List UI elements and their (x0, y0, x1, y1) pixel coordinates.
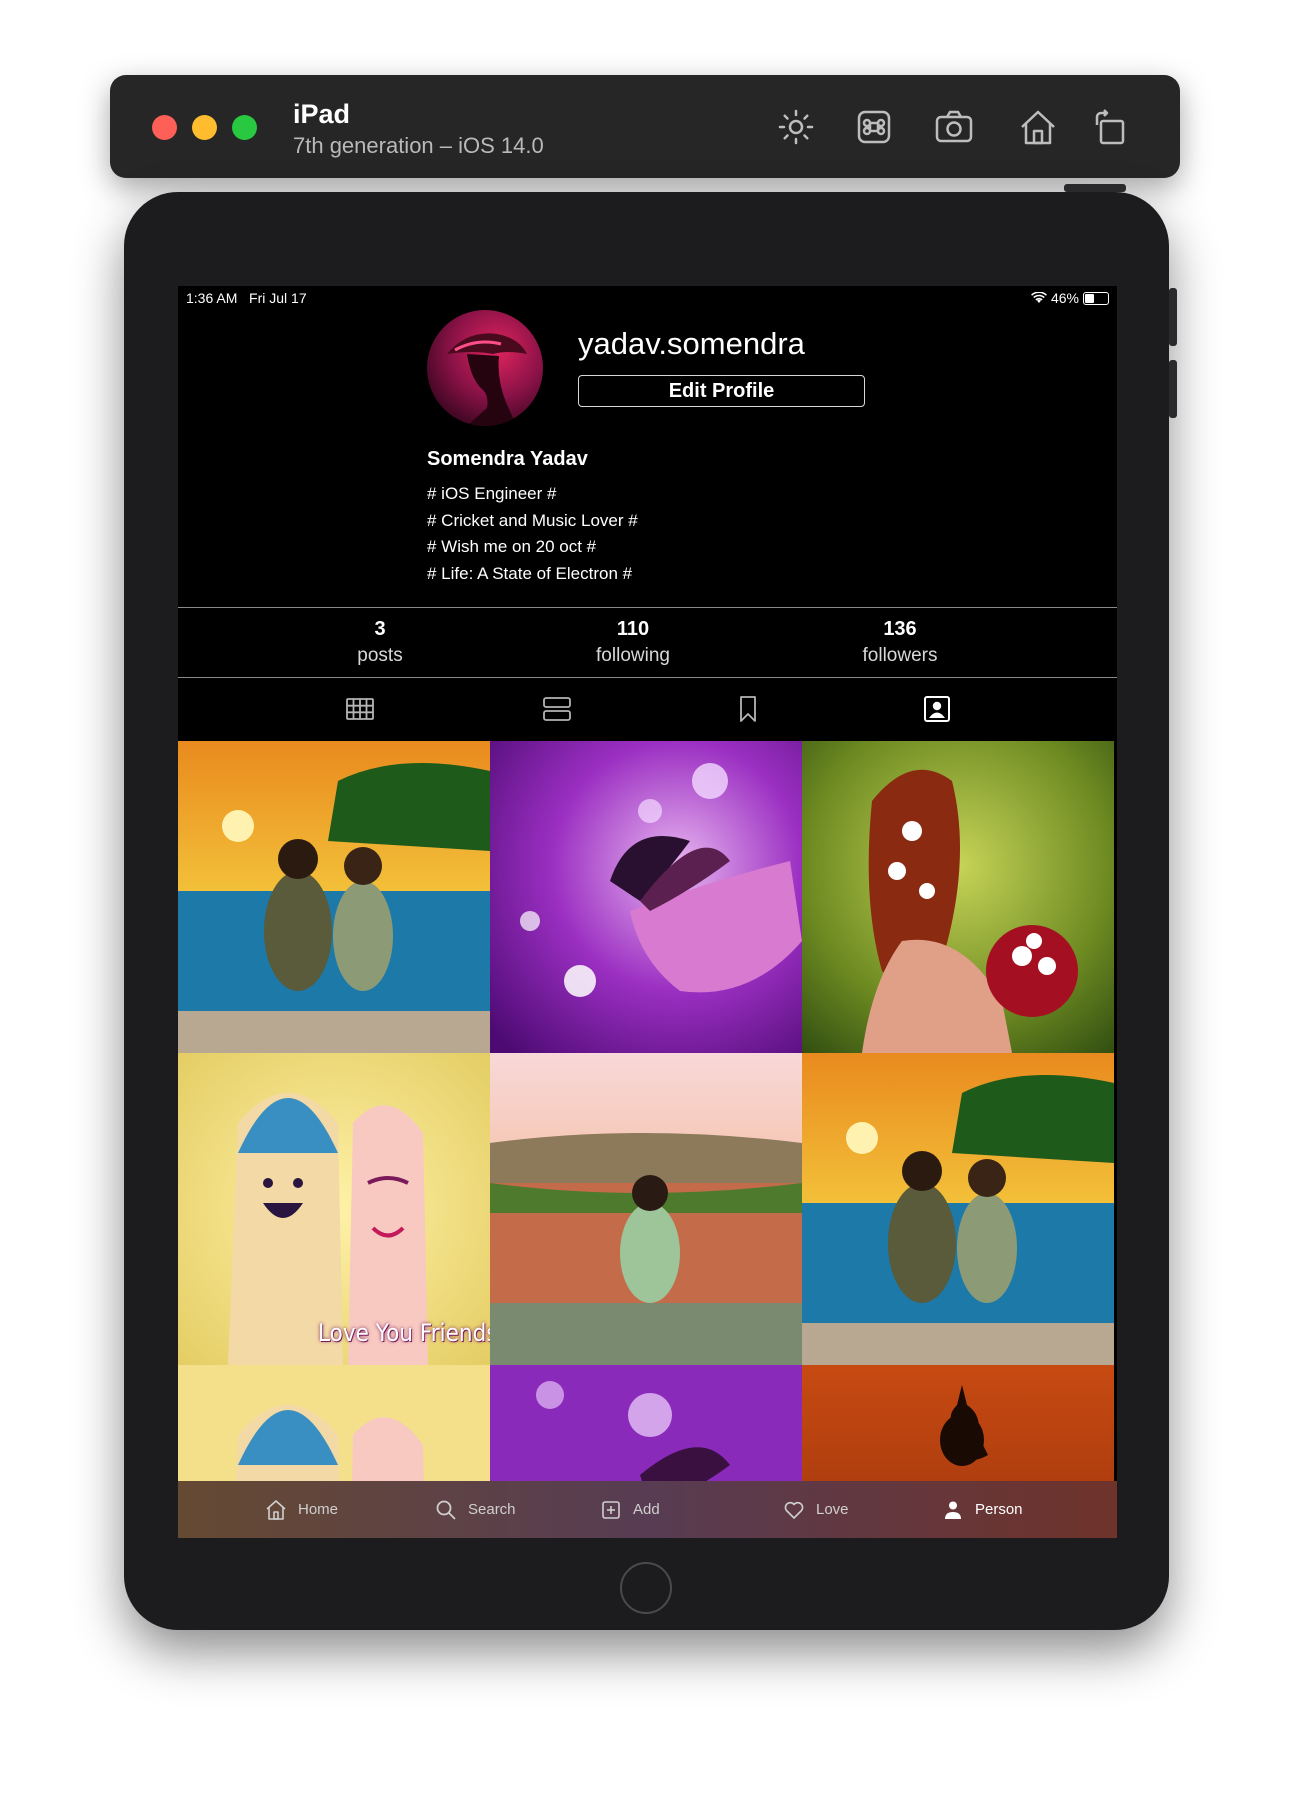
photo-tile-kids-lake-2[interactable] (802, 1053, 1114, 1365)
bookmark-icon[interactable] (733, 694, 763, 724)
stat-followers[interactable]: 136 followers (800, 618, 1000, 667)
stat-label: following (596, 645, 670, 666)
profile-display-name: Somendra Yadav (427, 448, 588, 470)
photo-tile-butterfly-2[interactable] (490, 1365, 802, 1481)
profile-bio: # iOS Engineer # # Cricket and Music Lov… (427, 481, 638, 587)
screenshot-icon[interactable] (932, 105, 976, 149)
bio-line: # Life: A State of Electron # (427, 563, 633, 583)
photo-tile-girl-field[interactable] (490, 1053, 802, 1365)
brightness-icon[interactable] (774, 105, 818, 149)
command-icon[interactable] (852, 105, 896, 149)
status-bar-indicators: 46% (1031, 290, 1109, 306)
photo-tile-finger-faces-2[interactable] (178, 1365, 490, 1481)
bio-line: # Cricket and Music Lover # (427, 510, 638, 530)
simulator-device-name: iPad (293, 99, 351, 129)
photo-overlay-caption: Love You Friends (318, 1319, 490, 1347)
stats-bottom-divider (178, 677, 1117, 678)
photo-tile-flower-hair[interactable] (802, 741, 1114, 1053)
zoom-window-button[interactable] (232, 115, 257, 140)
power-button (1064, 184, 1126, 192)
status-time: 1:36 AM (186, 290, 238, 306)
rotate-icon[interactable] (1088, 105, 1132, 149)
photo-tile-kids-lake[interactable] (178, 741, 490, 1053)
volume-down-button (1169, 360, 1177, 418)
photo-grid: Love You Friends (178, 741, 1117, 1481)
home-icon[interactable] (1016, 105, 1060, 149)
stat-posts[interactable]: 3 posts (280, 618, 480, 667)
tab-person[interactable]: Person (941, 1481, 1023, 1538)
status-bar-time: 1:36 AM Fri Jul 17 (186, 290, 307, 306)
tab-label: Add (633, 1501, 660, 1518)
bottom-tab-bar: Home Search Add Love Person (178, 1481, 1117, 1538)
tagged-icon[interactable] (922, 694, 952, 724)
stat-following[interactable]: 110 following (533, 618, 733, 667)
status-date: Fri Jul 17 (249, 290, 307, 306)
stats-top-divider (178, 607, 1117, 608)
grid-icon[interactable] (345, 694, 375, 724)
simulator-toolbar: iPad 7th generation – iOS 14.0 (110, 75, 1180, 178)
device-screen: 1:36 AM Fri Jul 17 46% yadav.somendra Ed… (178, 286, 1117, 1538)
bio-line: # iOS Engineer # (427, 484, 557, 503)
stat-label: followers (862, 645, 938, 666)
stat-count: 3 (374, 618, 386, 640)
tab-add[interactable]: Add (599, 1481, 660, 1538)
list-icon[interactable] (542, 694, 572, 724)
tab-label: Search (468, 1501, 516, 1518)
profile-username: yadav.somendra (578, 326, 805, 361)
photo-tile-finger-faces[interactable]: Love You Friends (178, 1053, 490, 1365)
bio-line: # Wish me on 20 oct # (427, 537, 597, 556)
close-window-button[interactable] (152, 115, 177, 140)
photo-tile-yoga-sunset[interactable] (802, 1365, 1114, 1481)
volume-up-button (1169, 288, 1177, 346)
heart-icon (784, 1501, 804, 1519)
edit-profile-button[interactable]: Edit Profile (578, 375, 865, 407)
person-icon (945, 1501, 961, 1519)
add-icon (602, 1500, 620, 1519)
tab-love[interactable]: Love (782, 1481, 849, 1538)
simulator-device-version: 7th generation – iOS 14.0 (293, 133, 544, 158)
home-button[interactable] (620, 1562, 672, 1614)
tab-search[interactable]: Search (434, 1481, 516, 1538)
photo-tile-butterfly[interactable] (490, 741, 802, 1053)
tab-home[interactable]: Home (264, 1481, 338, 1538)
stat-label: posts (357, 645, 403, 666)
tab-label: Person (975, 1501, 1023, 1518)
battery-percent: 46% (1050, 290, 1079, 306)
search-icon (436, 1500, 456, 1520)
tab-label: Home (298, 1501, 339, 1518)
battery-icon (1083, 291, 1109, 305)
wifi-icon (1031, 292, 1047, 303)
tab-label: Love (816, 1501, 849, 1518)
home-icon (266, 1499, 286, 1520)
minimize-window-button[interactable] (192, 115, 217, 140)
battery-fill (1085, 293, 1094, 303)
stat-count: 110 (616, 618, 650, 640)
stat-count: 136 (883, 618, 917, 640)
profile-avatar[interactable] (427, 310, 543, 426)
